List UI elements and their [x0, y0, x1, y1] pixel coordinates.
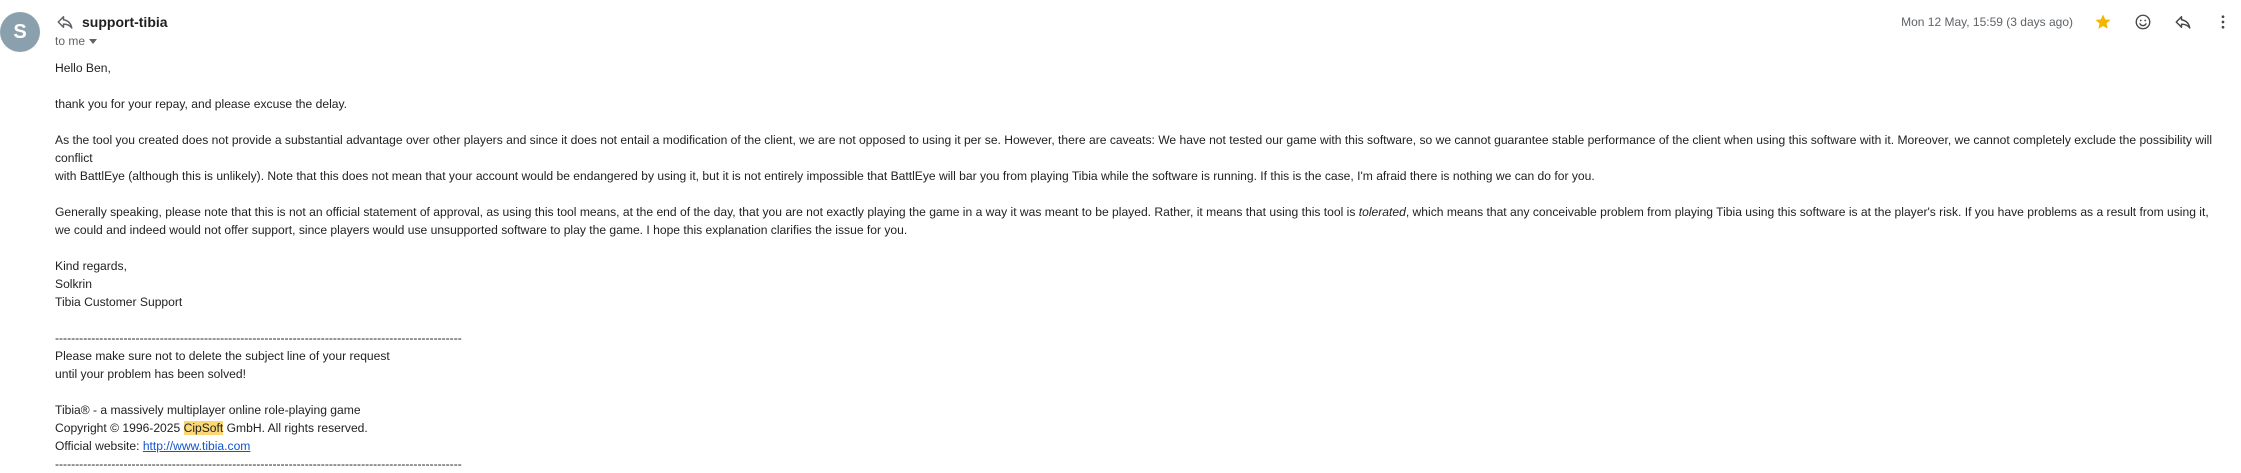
more-vert-icon[interactable] [2211, 10, 2235, 34]
signature-team: Tibia Customer Support [55, 295, 183, 309]
to-label: to me [55, 34, 86, 48]
message-body: Hello Ben, thank you for your repay, and… [55, 59, 2237, 473]
chevron-down-icon [89, 39, 98, 44]
star-icon[interactable] [2091, 10, 2115, 34]
signature-name: Solkrin [55, 277, 92, 291]
body-paragraph: As the tool you created does not provide… [55, 133, 2213, 183]
body-paragraph: thank you for your repay, and please exc… [55, 97, 347, 111]
reply-icon[interactable] [2171, 10, 2195, 34]
website-link[interactable]: http://www.tibia.com [143, 439, 251, 453]
emphasis-text: tolerated [1358, 205, 1406, 219]
divider: ----------------------------------------… [55, 331, 462, 345]
message-date: Mon 12 May, 15:59 (3 days ago) [1901, 15, 2073, 29]
highlighted-text: CipSoft [183, 421, 224, 435]
footer-note: Please make sure not to delete the subje… [55, 349, 390, 363]
footer-note: until your problem has been solved! [55, 367, 246, 381]
avatar-letter: S [13, 20, 27, 43]
message-actions: Mon 12 May, 15:59 (3 days ago) [1901, 10, 2241, 34]
reply-icon [56, 13, 74, 31]
tagline: Tibia® - a massively multiplayer online … [55, 403, 361, 417]
divider: ----------------------------------------… [55, 457, 462, 471]
avatar[interactable]: S [0, 12, 40, 52]
greeting: Hello Ben, [55, 61, 111, 75]
sender-name[interactable]: support-tibia [82, 14, 168, 30]
recipient-dropdown[interactable]: to me [55, 34, 98, 48]
website-line: Official website: http://www.tibia.com [55, 439, 251, 453]
copyright: Copyright © 1996-2025 CipSoft GmbH. All … [55, 421, 368, 435]
sender-row: support-tibia [56, 11, 168, 33]
closing: Kind regards, [55, 259, 127, 273]
body-paragraph: Generally speaking, please note that thi… [55, 205, 2209, 237]
emoji-icon[interactable] [2131, 10, 2155, 34]
